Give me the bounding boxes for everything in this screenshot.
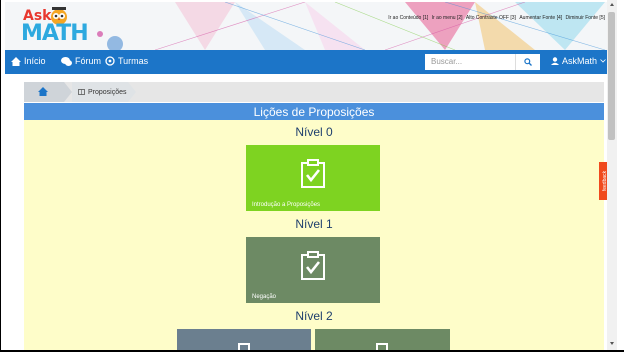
lesson-tile-label: Introdução a Proposições bbox=[252, 202, 321, 208]
nav-home[interactable]: Início bbox=[11, 56, 46, 66]
user-menu[interactable]: AskMath bbox=[551, 56, 606, 66]
clipboard-check-icon bbox=[376, 343, 388, 350]
page-title: Lições de Proposições bbox=[24, 103, 604, 120]
decrease-font-link[interactable]: Diminuir Fonte [5] bbox=[566, 15, 605, 21]
lesson-tile-intro[interactable]: Introdução a Proposições bbox=[246, 145, 380, 211]
askmath-logo[interactable]: Ask MATH bbox=[19, 7, 89, 48]
lesson-tile-negation[interactable]: Negação bbox=[246, 237, 380, 303]
nav-classes[interactable]: Turmas bbox=[105, 56, 148, 66]
lessons-panel: Lições de Proposições Nível 0 Introdução… bbox=[24, 103, 604, 350]
chevron-down-icon bbox=[600, 59, 606, 63]
nav-classes-label: Turmas bbox=[118, 56, 149, 66]
breadcrumb-current: Proposições bbox=[72, 82, 128, 102]
user-name: AskMath bbox=[562, 56, 598, 66]
header-decoration bbox=[97, 2, 606, 50]
site-header: Ask MATH Ir ao Conteúdo [1] Ir ao menu [… bbox=[5, 2, 607, 50]
clipboard-check-icon bbox=[301, 159, 325, 188]
level-title: Nível 1 bbox=[295, 217, 333, 231]
nav-forum[interactable]: Fórum bbox=[61, 56, 101, 66]
forum-icon bbox=[61, 56, 72, 66]
classes-icon bbox=[105, 56, 115, 66]
breadcrumb-separator bbox=[64, 82, 72, 102]
feedback-tab[interactable]: feedback bbox=[599, 162, 607, 200]
search-icon bbox=[524, 58, 532, 66]
breadcrumb-end-arrow bbox=[128, 82, 136, 102]
frame-left-border bbox=[0, 0, 1, 352]
scroll-down-arrow[interactable] bbox=[610, 342, 614, 345]
accessibility-links: Ir ao Conteúdo [1] Ir ao menu [2] Alto C… bbox=[386, 15, 605, 21]
home-icon bbox=[11, 56, 21, 66]
search-button[interactable] bbox=[515, 54, 540, 70]
clipboard-check-icon bbox=[238, 343, 250, 350]
clipboard-check-icon bbox=[301, 251, 325, 280]
scroll-thumb[interactable] bbox=[608, 12, 615, 140]
high-contrast-link[interactable]: Alto Contraste OFF [3] bbox=[466, 15, 516, 21]
scroll-up-arrow[interactable] bbox=[610, 3, 614, 6]
page-scrollbar[interactable] bbox=[607, 0, 617, 350]
lesson-tile-level2-a[interactable] bbox=[177, 329, 311, 350]
nav-home-label: Início bbox=[24, 56, 46, 66]
main-navbar: Início Fórum Turmas Buscar... AskMath bbox=[5, 50, 607, 74]
breadcrumb-home[interactable] bbox=[24, 82, 64, 102]
breadcrumb: Proposições bbox=[24, 82, 604, 102]
level-title: Nível 2 bbox=[295, 309, 333, 323]
nav-forum-label: Fórum bbox=[75, 56, 102, 66]
increase-font-link[interactable]: Aumentar Fonte [4] bbox=[519, 15, 562, 21]
logo-math-text: MATH bbox=[21, 21, 89, 46]
skip-to-content-link[interactable]: Ir ao Conteúdo [1] bbox=[388, 15, 428, 21]
level-title: Nível 0 bbox=[295, 125, 333, 139]
skip-to-menu-link[interactable]: Ir ao menu [2] bbox=[432, 15, 463, 21]
page: Ask MATH Ir ao Conteúdo [1] Ir ao menu [… bbox=[5, 2, 607, 350]
lesson-tile-level2-b[interactable] bbox=[315, 329, 450, 350]
user-icon bbox=[551, 57, 559, 65]
search-input[interactable]: Buscar... bbox=[425, 54, 515, 70]
breadcrumb-current-label: Proposições bbox=[88, 88, 127, 96]
home-icon bbox=[38, 87, 48, 96]
book-icon bbox=[78, 89, 85, 95]
lesson-tile-label: Negação bbox=[252, 294, 277, 300]
